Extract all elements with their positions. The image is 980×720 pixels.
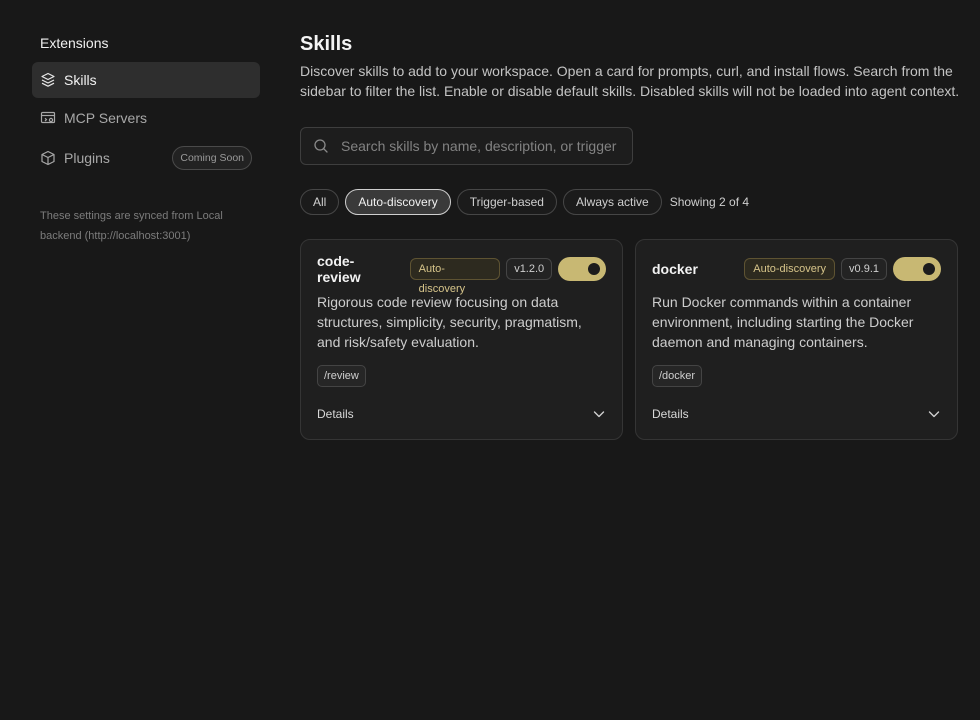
skill-cards: code-review Auto-discovery v1.2.0 Rigoro… — [300, 239, 970, 440]
card-header: docker Auto-discovery v0.9.1 — [652, 240, 941, 298]
category-badge: Auto-discovery — [409, 258, 501, 295]
version-badge: v0.9.1 — [841, 258, 887, 280]
filter-trigger-based[interactable]: Trigger-based — [456, 189, 557, 215]
skill-description: Rigorous code review focusing on data st… — [317, 294, 582, 350]
server-icon — [40, 110, 56, 126]
skill-name: docker — [652, 261, 698, 277]
sync-note: These settings are synced from Local bac… — [40, 210, 223, 242]
sidebar-item-label: Plugins — [64, 150, 110, 166]
package-icon — [40, 150, 56, 166]
sidebar-title: Extensions — [40, 35, 109, 51]
search-icon — [313, 138, 329, 154]
enable-toggle[interactable] — [558, 257, 606, 281]
results-count: Showing 2 of 4 — [669, 195, 750, 209]
app-window: Extensions Skills MCP Servers Plugins Co… — [0, 0, 980, 720]
version-badge: v1.2.0 — [506, 258, 553, 280]
skill-description: Run Docker commands within a container e… — [652, 294, 914, 350]
toggle-knob — [588, 263, 600, 275]
sidebar-item-plugins[interactable]: Plugins Coming Soon — [32, 138, 260, 178]
sidebar-item-label: MCP Servers — [64, 110, 147, 126]
skill-card-code-review[interactable]: code-review Auto-discovery v1.2.0 Rigoro… — [300, 239, 623, 440]
filter-bar: All Auto-discovery Trigger-based Always … — [300, 189, 970, 215]
skill-card-docker[interactable]: docker Auto-discovery v0.9.1 Run Docker … — [635, 239, 958, 440]
page-description: Discover skills to add to your workspace… — [300, 63, 960, 99]
toggle-knob — [923, 263, 935, 275]
details-toggle[interactable]: Details — [652, 404, 941, 424]
coming-soon-badge: Coming Soon — [172, 146, 252, 170]
card-header: code-review Auto-discovery v1.2.0 — [317, 240, 606, 298]
sidebar-item-mcp-servers[interactable]: MCP Servers — [32, 100, 260, 136]
layers-icon — [40, 72, 56, 88]
sidebar-item-skills[interactable]: Skills — [32, 62, 260, 98]
filter-all[interactable]: All — [300, 189, 340, 215]
page-title: Skills — [300, 33, 353, 55]
details-label: Details — [317, 407, 354, 421]
sidebar-item-label: Skills — [64, 72, 97, 88]
filter-auto-discovery[interactable]: Auto-discovery — [345, 189, 451, 215]
trigger-tag: /docker — [652, 365, 703, 387]
main-content: Skills Discover skills to add to your wo… — [300, 32, 970, 440]
chevron-down-icon — [927, 407, 941, 421]
search-input[interactable] — [341, 138, 620, 154]
search-box — [300, 127, 633, 165]
sidebar-nav: Skills MCP Servers Plugins Coming Soon — [32, 62, 260, 178]
sidebar: Extensions Skills MCP Servers Plugins Co… — [32, 34, 260, 246]
filter-always-active[interactable]: Always active — [562, 189, 662, 215]
enable-toggle[interactable] — [893, 257, 941, 281]
trigger-tag: /review — [317, 365, 366, 387]
skill-name: code-review — [317, 253, 361, 285]
details-label: Details — [652, 407, 689, 421]
details-toggle[interactable]: Details — [317, 404, 606, 424]
chevron-down-icon — [592, 407, 606, 421]
category-badge: Auto-discovery — [744, 258, 836, 280]
